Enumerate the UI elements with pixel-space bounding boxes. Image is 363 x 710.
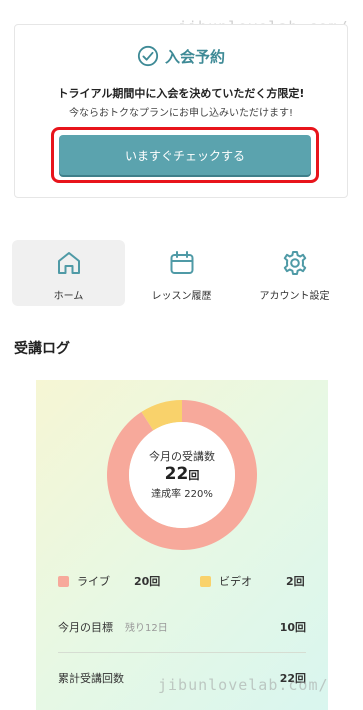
donut-center-count: 22回 xyxy=(36,464,328,484)
legend-live: ライブ 20回 xyxy=(58,573,160,589)
nav-label-lesson-history: レッスン履歴 xyxy=(151,291,212,302)
nav-item-account-settings[interactable]: アカウント設定 xyxy=(238,240,351,306)
check-circle-icon xyxy=(137,45,159,67)
nav-item-lesson-history[interactable]: レッスン履歴 xyxy=(125,240,238,306)
gear-icon xyxy=(283,251,306,275)
nav-label-account-settings: アカウント設定 xyxy=(259,291,330,302)
join-title-text: 入会予約 xyxy=(164,47,225,66)
nav-item-home[interactable]: ホーム xyxy=(12,240,125,306)
main-nav: ホーム レッスン履歴 アカウント設定 xyxy=(12,240,352,306)
join-reservation-card: 入会予約 トライアル期間中に入会を決めていただく方限定! 今ならおトクなプランに… xyxy=(14,24,348,198)
goal-label: 今月の目標 xyxy=(58,621,113,634)
video-label: ビデオ xyxy=(219,575,252,588)
monthly-goal-row: 今月の目標 残り12日 10回 xyxy=(58,619,306,635)
divider xyxy=(58,652,306,653)
lesson-log-card: 今月の受講数 22回 達成率 220% ライブ 20回 ビデオ 2回 今月の目標… xyxy=(36,380,328,710)
join-sub-text: 今ならおトクなプランにお申し込みいただけます! xyxy=(68,108,293,119)
live-label: ライブ xyxy=(77,575,110,588)
video-swatch xyxy=(200,575,211,587)
goal-remaining-days: 残り12日 xyxy=(125,623,168,634)
nav-label-home: ホーム xyxy=(53,291,84,302)
live-value: 20回 xyxy=(134,575,161,588)
join-lead-text: トライアル期間中に入会を決めていただく方限定! xyxy=(57,87,305,100)
home-icon xyxy=(57,252,80,274)
section-title-lesson-log: 受講ログ xyxy=(14,341,70,357)
watermark-bottom: jibunlovelab.com/ xyxy=(158,676,329,694)
live-swatch xyxy=(58,575,69,587)
video-value: 2回 xyxy=(286,575,305,588)
month-count-unit: 回 xyxy=(188,469,200,482)
donut-center-label: 今月の受講数 xyxy=(149,450,215,463)
legend-video: ビデオ 2回 xyxy=(200,573,305,589)
calendar-icon xyxy=(170,251,193,274)
check-now-button[interactable]: いますぐチェックする xyxy=(59,135,311,175)
join-title: 入会予約 xyxy=(15,45,347,67)
month-count-value: 22 xyxy=(164,464,189,484)
goal-value: 10回 xyxy=(279,621,306,634)
achievement-rate-badge: 達成率 220% xyxy=(144,486,220,504)
total-label: 累計受講回数 xyxy=(58,672,124,685)
